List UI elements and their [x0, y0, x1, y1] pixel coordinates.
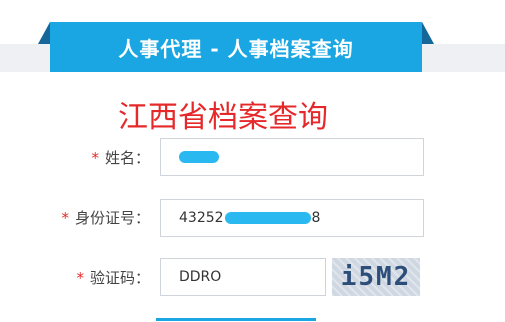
name-label-row: * 姓名： [0, 148, 150, 168]
required-mark: * [61, 209, 69, 227]
name-field[interactable] [160, 138, 424, 176]
captcha-image[interactable]: i5M2 [332, 258, 420, 296]
id-number-value-suffix: 8 [311, 210, 321, 226]
id-number-label: 身份证号： [74, 209, 150, 227]
id-number-field[interactable]: 43252 8 [160, 199, 424, 237]
banner-corner-right [422, 22, 434, 44]
id-number-redaction [224, 212, 311, 224]
page-title: 江西省档案查询 [118, 100, 328, 135]
captcha-label: 验证码： [89, 269, 150, 287]
required-mark: * [91, 149, 99, 167]
page-banner: 人事代理 - 人事档案查询 [50, 22, 422, 72]
banner-corner-left [38, 22, 50, 44]
id-label-row: * 身份证号： [0, 208, 150, 228]
captcha-input-value: DDRO [179, 269, 222, 285]
name-label: 姓名： [104, 149, 150, 167]
captcha-input[interactable]: DDRO [160, 258, 326, 296]
id-number-value-prefix: 43252 [179, 210, 224, 226]
captcha-label-row: * 验证码： [0, 268, 150, 288]
required-mark: * [76, 269, 84, 287]
submit-button-top-edge[interactable] [156, 318, 316, 321]
name-redaction [179, 151, 219, 163]
